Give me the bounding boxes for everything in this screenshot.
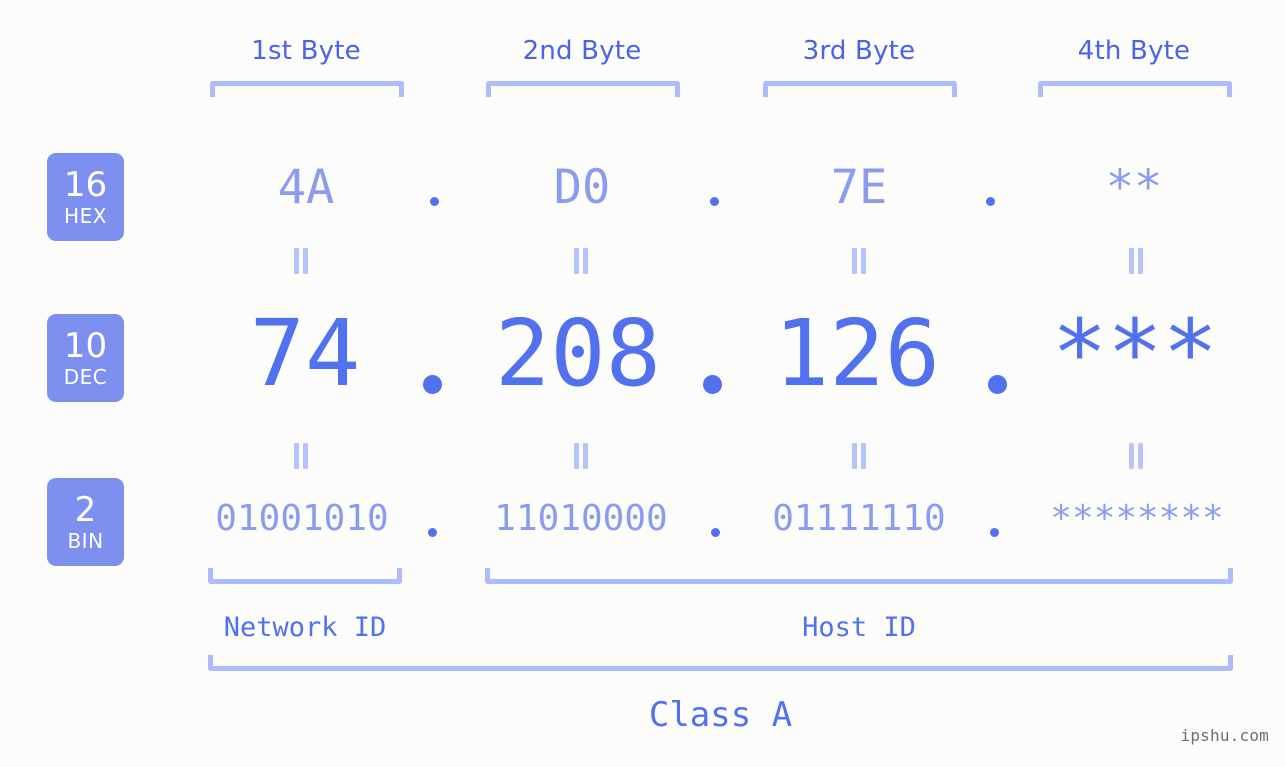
- dec-octet-1: 74: [249, 300, 361, 407]
- equals-connector-hex-dec-1: [292, 248, 310, 274]
- dec-octet-2: 208: [494, 300, 662, 407]
- bin-octet-1: 01001010: [215, 498, 389, 539]
- dec-separator-dot-1: [423, 375, 442, 394]
- site-watermark: ipshu.com: [1180, 726, 1269, 745]
- base-badge-dec: 10 DEC: [47, 314, 124, 402]
- bin-octet-2: 11010000: [494, 498, 668, 539]
- byte-header-2: 2nd Byte: [522, 36, 642, 66]
- host-id-label: Host ID: [802, 612, 916, 643]
- bin-octet-3: 01111110: [772, 498, 946, 539]
- base-badge-bin: 2 BIN: [47, 478, 124, 566]
- base-badge-dec-label: DEC: [63, 365, 108, 389]
- hex-octet-4: **: [1105, 160, 1163, 215]
- base-badge-hex-number: 16: [63, 165, 108, 205]
- hex-separator-dot-2: [710, 197, 719, 206]
- network-id-label: Network ID: [223, 612, 387, 643]
- byte-bracket-4: [1038, 81, 1232, 97]
- byte-header-4: 4th Byte: [1077, 36, 1191, 66]
- hex-octet-3: 7E: [830, 160, 888, 215]
- base-badge-bin-label: BIN: [67, 529, 104, 553]
- hex-octet-2: D0: [553, 160, 611, 215]
- dec-octet-3: 126: [773, 300, 941, 407]
- base-badge-hex-label: HEX: [64, 204, 107, 228]
- equals-connector-hex-dec-2: [572, 248, 590, 274]
- hex-separator-dot-3: [986, 197, 995, 206]
- base-badge-dec-number: 10: [63, 326, 108, 366]
- network-id-bracket: [208, 568, 402, 584]
- byte-bracket-3: [763, 81, 957, 97]
- equals-connector-hex-dec-4: [1127, 248, 1145, 274]
- equals-connector-dec-bin-2: [572, 443, 590, 469]
- host-id-bracket: [485, 568, 1233, 584]
- byte-bracket-1: [210, 81, 404, 97]
- dec-octet-4: ***: [1051, 300, 1219, 407]
- bin-octet-4: ********: [1050, 498, 1224, 539]
- base-badge-hex: 16 HEX: [47, 153, 124, 241]
- bin-separator-dot-3: [990, 528, 999, 537]
- class-bracket: [208, 655, 1233, 671]
- dec-separator-dot-3: [988, 375, 1007, 394]
- bin-separator-dot-1: [428, 528, 437, 537]
- equals-connector-hex-dec-3: [850, 248, 868, 274]
- byte-header-3: 3rd Byte: [802, 36, 916, 66]
- ip-breakdown-diagram: 1st Byte 2nd Byte 3rd Byte 4th Byte 16 H…: [0, 0, 1285, 767]
- hex-separator-dot-1: [430, 197, 439, 206]
- hex-octet-1: 4A: [277, 160, 335, 215]
- bin-separator-dot-2: [711, 528, 720, 537]
- equals-connector-dec-bin-1: [292, 443, 310, 469]
- class-label: Class A: [648, 695, 793, 735]
- base-badge-bin-number: 2: [74, 490, 97, 530]
- equals-connector-dec-bin-3: [850, 443, 868, 469]
- byte-bracket-2: [486, 81, 680, 97]
- dec-separator-dot-2: [703, 375, 722, 394]
- byte-header-1: 1st Byte: [251, 36, 361, 66]
- equals-connector-dec-bin-4: [1127, 443, 1145, 469]
